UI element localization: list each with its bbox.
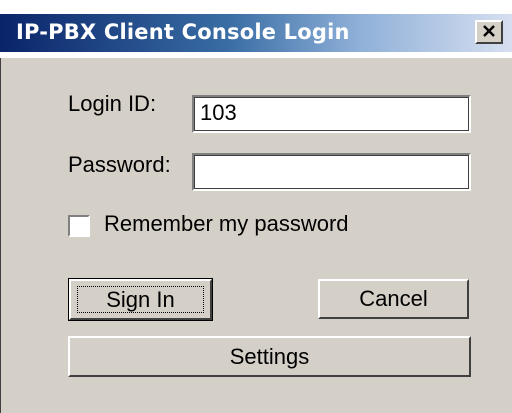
cancel-button[interactable]: Cancel [318,279,469,319]
sign-in-label: Sign In [106,286,175,312]
cancel-label: Cancel [359,286,428,311]
login-dialog: IP-PBX Client Console Login Login ID: 10… [0,0,512,413]
settings-label: Settings [229,343,310,369]
close-button[interactable] [475,20,503,44]
settings-button[interactable]: Settings [68,336,471,377]
sign-in-button[interactable]: Sign In [68,278,213,321]
title-bar[interactable]: IP-PBX Client Console Login [0,0,512,58]
remember-password-checkbox[interactable] [68,215,90,237]
password-label: Password: [68,152,171,177]
dialog-body: Login ID: 103 Password: Remember my pass… [1,58,512,413]
login-id-label: Login ID: [68,91,157,116]
remember-password-label: Remember my password [104,211,349,236]
password-input[interactable] [192,153,471,191]
close-icon [483,25,495,37]
window-title: IP-PBX Client Console Login [16,20,350,44]
login-id-input[interactable]: 103 [192,95,471,133]
